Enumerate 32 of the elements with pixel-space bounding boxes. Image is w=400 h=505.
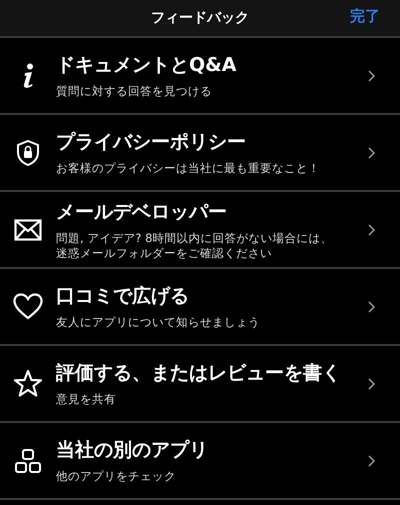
row-title: 当社の別のアプリ bbox=[56, 438, 209, 464]
chevron-icon bbox=[368, 70, 375, 82]
menu-row[interactable]: 当社の別のアプリ 他のアプリをチェック bbox=[0, 423, 400, 500]
row-description: 質問に対する回答を見つける bbox=[56, 84, 213, 99]
row-description: 他のアプリをチェック bbox=[56, 469, 177, 484]
envelope-icon bbox=[14, 218, 42, 240]
menu-row[interactable]: ドキュメントとQ&A 質問に対する回答を見つける bbox=[0, 38, 400, 115]
row-title: 口コミで広げる bbox=[56, 284, 190, 310]
done-button[interactable]: 完了 bbox=[350, 7, 380, 26]
chevron-icon bbox=[368, 300, 375, 312]
row-title: ドキュメントとQ&A bbox=[56, 53, 238, 78]
heart-icon bbox=[13, 293, 43, 320]
menu-row[interactable]: メールデベロッパー 問題, アイデア? 8時間以内に回答がない場合には、迷惑メールフォルダーをご確認ください bbox=[0, 192, 400, 269]
chevron-icon bbox=[368, 146, 375, 158]
row-description: 意見を共有 bbox=[56, 392, 117, 407]
chevron-icon bbox=[368, 224, 375, 236]
menu-row[interactable]: プライバシーポリシー お客様のプライバシーは当社に最も重要なこと！ bbox=[0, 115, 400, 192]
star-icon bbox=[13, 369, 43, 398]
menu-row[interactable]: 評価する、またはレビューを書く 意見を共有 bbox=[0, 346, 400, 423]
row-title: 評価する、またはレビューを書く bbox=[56, 361, 342, 386]
shield-lock-icon bbox=[16, 138, 40, 166]
row-description: 友人にアプリについて知らせましょう bbox=[56, 315, 261, 330]
apps-icon bbox=[14, 448, 42, 474]
row-title: メールデベロッパー bbox=[56, 200, 228, 225]
row-title: プライバシーポリシー bbox=[56, 130, 247, 156]
screen-title: フィードバック bbox=[151, 9, 249, 27]
chevron-icon bbox=[368, 378, 375, 390]
row-description: お客様のプライバシーは当社に最も重要なこと！ bbox=[56, 161, 321, 176]
menu-row[interactable]: 口コミで広げる 友人にアプリについて知らせましょう bbox=[0, 269, 400, 346]
info-icon bbox=[21, 62, 35, 88]
chevron-icon bbox=[368, 454, 375, 466]
row-description: 問題, アイデア? 8時間以内に回答がない場合には、迷惑メールフォルダーをご確認ください bbox=[56, 230, 334, 260]
